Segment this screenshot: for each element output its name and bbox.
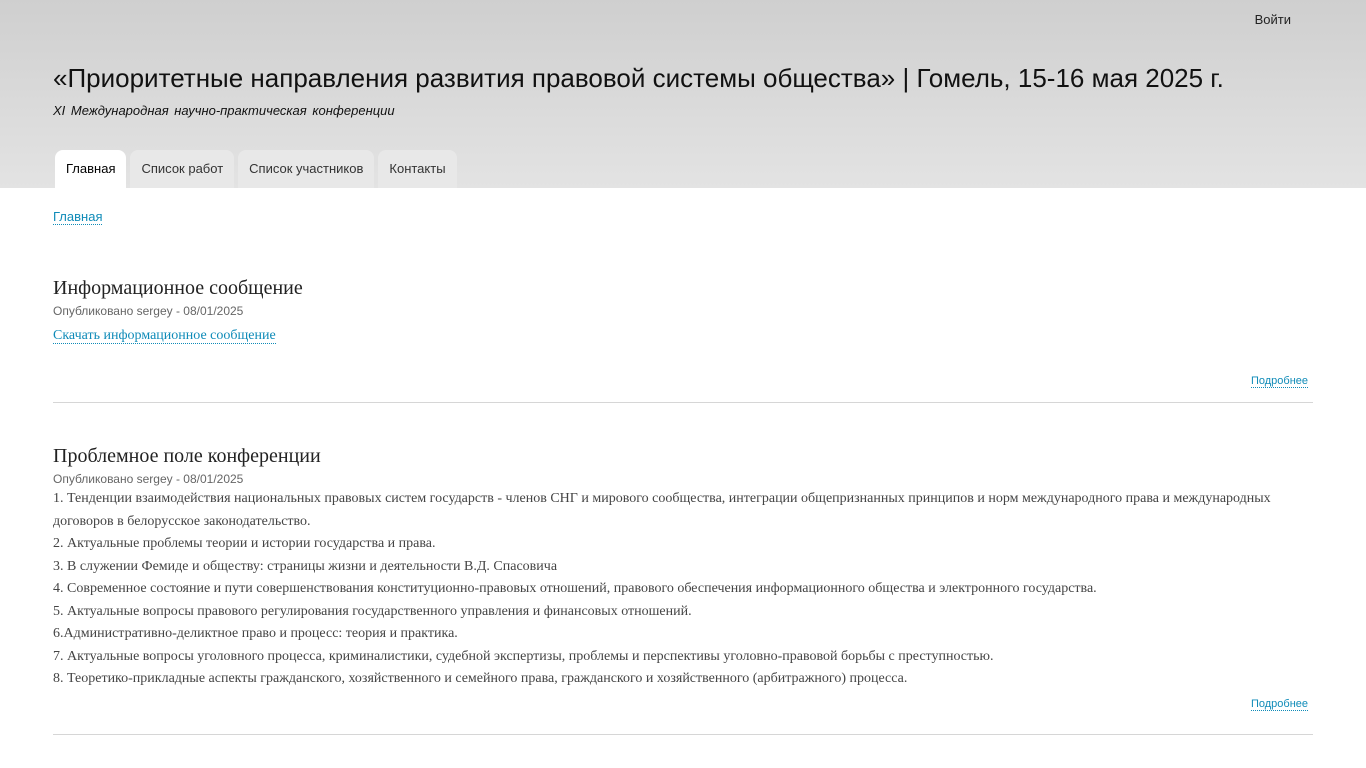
article-problem-field: Проблемное поле конференции Опубликовано… [53,445,1313,735]
site-name[interactable]: «Приоритетные направления развития право… [53,63,1224,94]
topic-item: 8. Теоретико-прикладные аспекты гражданс… [53,671,908,686]
site-slogan: XI Международная научно-практическая кон… [53,103,395,118]
tab-contacts[interactable]: Контакты [378,150,457,188]
tab-home[interactable]: Главная [55,150,127,188]
submitted-info: Опубликовано sergey - 08/01/2025 [53,472,244,486]
read-more-link[interactable]: Подробнее [1250,374,1308,388]
topic-item: 7. Актуальные вопросы уголовного процесс… [53,648,994,664]
tab-works-list[interactable]: Список работ [130,150,235,188]
topic-item: 2. Актуальные проблемы теории и истории … [53,536,436,551]
login-link[interactable]: Войти [1255,12,1291,27]
read-more-link[interactable]: Подробнее [1250,697,1308,711]
article-title[interactable]: Информационное сообщение [53,277,1313,300]
main-menu: Главная Список работ Список участников К… [55,150,457,188]
article-info-message: Информационное сообщение Опубликовано se… [53,277,1313,403]
tab-participants-list[interactable]: Список участников [238,150,375,188]
article-body: 1. Тенденции взаимодействия национальных… [53,488,1313,691]
download-info-link[interactable]: Скачать информационное сообщение [53,328,276,344]
article-title[interactable]: Проблемное поле конференции [53,445,1313,468]
topic-item: 1. Тенденции взаимодействия национальных… [53,491,1271,529]
topic-item: 4. Современное состояние и пути совершен… [53,581,1097,596]
topic-item: 6.Административно-деликтное право и проц… [53,626,458,641]
main-content: Главная Информационное сообщение Опублик… [0,188,1366,735]
article-body: Скачать информационное сообщение [53,325,1313,348]
submitted-info: Опубликовано sergey - 08/01/2025 [53,304,244,318]
topic-item: 3. В служении Фемиде и обществу: страниц… [53,558,558,574]
topic-item: 5. Актуальные вопросы правового регулиро… [53,603,692,619]
breadcrumb[interactable]: Главная [53,209,103,225]
site-header: Войти «Приоритетные направления развития… [0,0,1366,188]
